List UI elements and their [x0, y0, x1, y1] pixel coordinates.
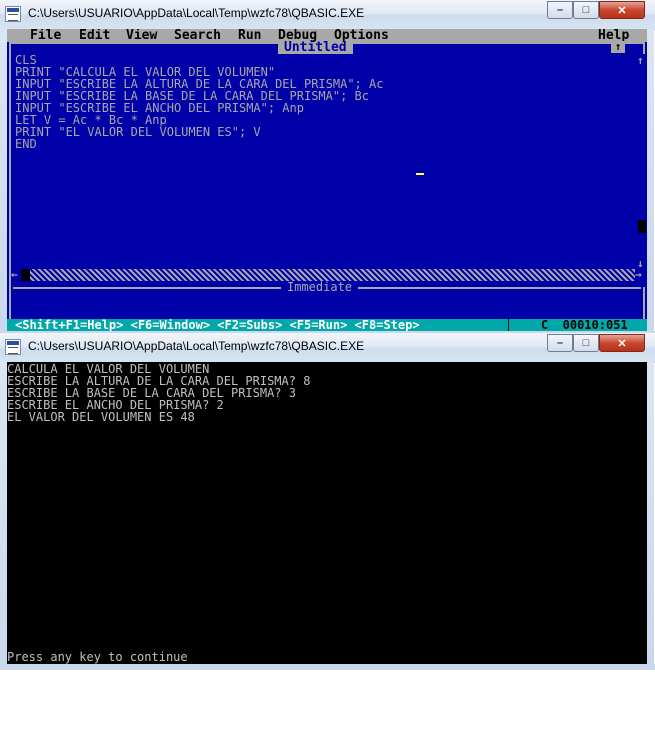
continue-prompt: Press any key to continue [7, 650, 188, 664]
vertical-scroll-thumb[interactable] [638, 220, 646, 233]
editor-maximize-icon[interactable]: ↑ [611, 41, 625, 53]
maximize-button[interactable]: □ [573, 1, 599, 19]
immediate-frame-right [643, 287, 645, 319]
code-line[interactable]: PRINT "EL VALOR DEL VOLUMEN ES"; V [15, 126, 261, 138]
close-button[interactable]: ✕ [599, 334, 645, 352]
window-titlebar[interactable]: C:\Users\USUARIO\AppData\Local\Temp\wzfc… [0, 333, 655, 363]
menu-search[interactable]: Search [174, 29, 221, 42]
scroll-up-arrow-icon[interactable]: ↑ [637, 55, 644, 66]
console-output[interactable]: CALCULA EL VALOR DEL VOLUMEN ESCRIBE LA … [7, 362, 647, 664]
window-title: C:\Users\USUARIO\AppData\Local\Temp\wzfc… [28, 6, 365, 20]
output-line: EL VALOR DEL VOLUMEN ES 48 [7, 410, 195, 424]
status-shortcuts: <Shift+F1=Help> <F6=Window> <F2=Subs> <F… [15, 318, 420, 331]
horizontal-scroll-thumb[interactable] [21, 269, 30, 281]
window-titlebar[interactable]: C:\Users\USUARIO\AppData\Local\Temp\wzfc… [0, 0, 655, 30]
document-title: Untitled [278, 41, 353, 54]
dos-app-icon [5, 6, 21, 22]
menu-file[interactable]: File [30, 29, 61, 42]
scroll-left-arrow-icon[interactable]: ← [11, 269, 18, 281]
qbasic-editor-window: C:\Users\USUARIO\AppData\Local\Temp\wzfc… [0, 0, 655, 333]
window-frame-right [647, 362, 654, 664]
immediate-frame-left [9, 287, 11, 319]
text-cursor [416, 173, 424, 175]
cursor-position: C 00010:051 [541, 318, 628, 331]
qbasic-editor: File Edit View Search Run Debug Options … [7, 29, 647, 331]
close-button[interactable]: ✕ [599, 1, 645, 19]
status-separator: │ [505, 318, 513, 331]
window-title: C:\Users\USUARIO\AppData\Local\Temp\wzfc… [28, 339, 365, 353]
status-bar: <Shift+F1=Help> <F6=Window> <F2=Subs> <F… [7, 319, 647, 331]
vertical-scrollbar[interactable] [637, 54, 647, 287]
window-frame-left [0, 29, 7, 331]
immediate-window-label[interactable]: Immediate [281, 281, 359, 294]
minimize-button[interactable]: – [547, 334, 573, 352]
menu-edit[interactable]: Edit [79, 29, 110, 42]
code-line[interactable]: END [15, 138, 37, 150]
maximize-button[interactable]: □ [573, 334, 599, 352]
window-frame-right [647, 29, 654, 331]
dos-app-icon [5, 339, 21, 355]
menu-run[interactable]: Run [238, 29, 261, 42]
window-frame-bottom [0, 664, 655, 670]
menu-view[interactable]: View [126, 29, 157, 42]
scroll-right-arrow-icon[interactable]: → [635, 269, 642, 281]
minimize-button[interactable]: – [547, 1, 573, 19]
window-frame-left [0, 362, 7, 664]
